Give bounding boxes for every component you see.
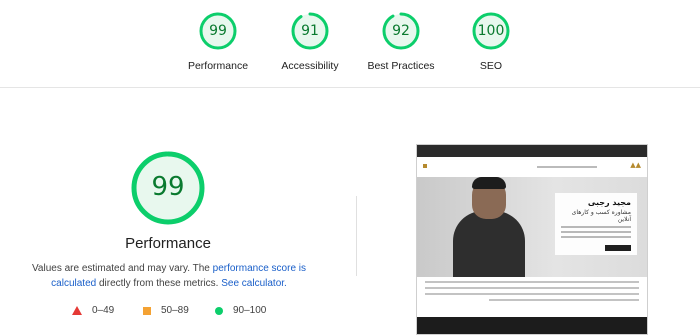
legend-average: 50–89 (143, 305, 189, 316)
thumb-nav-links (537, 166, 597, 168)
see-calculator-link[interactable]: See calculator. (221, 278, 287, 289)
thumb-cta-button (605, 245, 631, 251)
legend-range: 0–49 (92, 305, 115, 316)
person-photo (453, 211, 525, 277)
thumb-text-line (561, 226, 631, 228)
gauge-score: 92 (392, 23, 410, 39)
gauge-label: Performance (187, 60, 249, 72)
performance-description: Values are estimated and may vary. The p… (14, 261, 324, 291)
thumb-topbar (417, 145, 647, 157)
gauge-performance[interactable]: 99 Performance (173, 10, 263, 72)
performance-gauge-large: 99 (118, 148, 218, 233)
gauge-label: Accessibility (281, 60, 339, 72)
thumb-text-line (561, 236, 631, 238)
thumb-name: مجید رجبی (587, 198, 631, 207)
thumb-paragraph (425, 281, 639, 305)
thumb-text-line (561, 231, 631, 233)
gauge-best-practices[interactable]: 92 Best Practices (356, 10, 446, 72)
gauge-score: 100 (477, 23, 505, 39)
divider (356, 196, 357, 276)
desc-text: directly from these metrics. (96, 278, 222, 289)
gauge-score: 91 (301, 23, 319, 39)
gauge-label: Best Practices (367, 60, 435, 72)
gauge-seo[interactable]: 100 SEO (446, 10, 536, 72)
performance-score: 99 (151, 172, 185, 202)
legend-range: 50–89 (161, 305, 189, 316)
gauge-accessibility[interactable]: 91 Accessibility (265, 10, 355, 72)
thumb-nav: ▲▲ (417, 157, 647, 177)
thumb-logo-strip (417, 317, 647, 334)
legend-fail: 0–49 (72, 305, 114, 316)
fail-triangle-icon (72, 306, 82, 315)
performance-title: Performance (125, 235, 211, 252)
person-hair (472, 177, 506, 189)
gauge-label: SEO (479, 60, 503, 72)
page-screenshot-thumbnail: ▲▲ مجید رجبی مشاوره کسب و کارهای آنلاین (416, 144, 648, 335)
gauge-score: 99 (209, 23, 227, 39)
thumb-subtitle: مشاوره کسب و کارهای آنلاین (571, 209, 631, 223)
thumb-hero-card: مجید رجبی مشاوره کسب و کارهای آنلاین (555, 193, 637, 255)
average-square-icon (143, 306, 151, 315)
category-summary: 99 Performance 91 Accessibility 92 Best … (0, 0, 700, 88)
site-logo: ▲▲ (630, 161, 641, 169)
desc-text: Values are estimated and may vary. The (31, 263, 213, 274)
menu-icon (423, 164, 427, 168)
thumb-hero: مجید رجبی مشاوره کسب و کارهای آنلاین (417, 177, 647, 277)
pass-circle-icon (215, 306, 223, 315)
legend-range: 90–100 (233, 305, 267, 316)
legend-pass: 90–100 (215, 305, 266, 316)
